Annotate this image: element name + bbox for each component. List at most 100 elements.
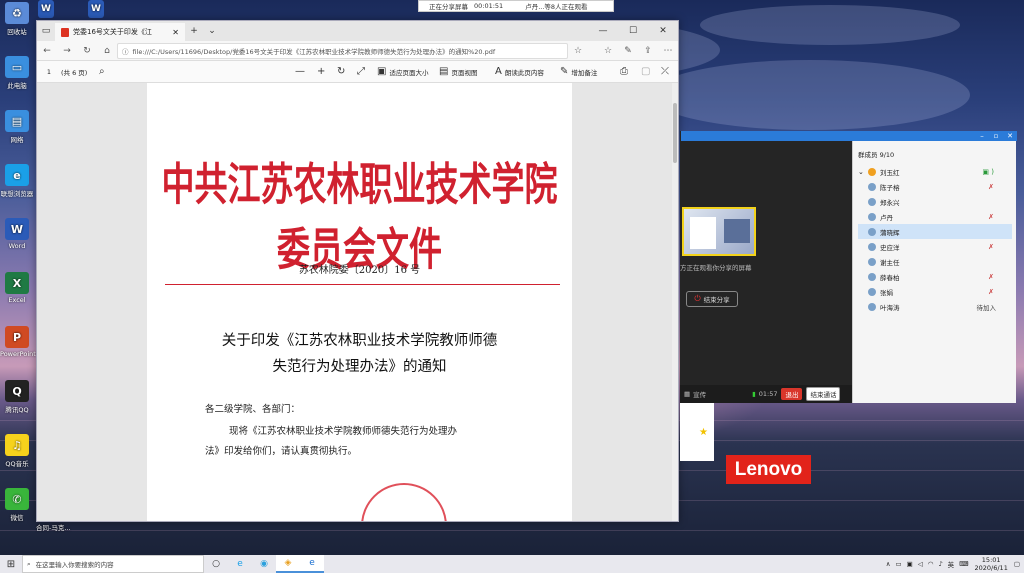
close-tab-icon[interactable]: ✕ bbox=[172, 28, 179, 37]
read-aloud-button[interactable]: A 朗读此页内容 bbox=[495, 66, 544, 77]
pen-icon[interactable]: ✎ bbox=[618, 46, 638, 56]
member-row[interactable]: 陈子榕 ✗ bbox=[858, 179, 1012, 194]
more-icon[interactable]: ⋯ bbox=[658, 46, 678, 56]
meeting-app-taskbar-icon[interactable]: ◈ bbox=[276, 555, 300, 573]
desktop-icon[interactable]: ▤ 网络 bbox=[0, 110, 34, 144]
start-icon[interactable]: ⊞ bbox=[0, 559, 22, 570]
volume-tray-icon[interactable]: ◁ bbox=[918, 560, 923, 568]
edge-taskbar-icon[interactable]: e bbox=[300, 555, 324, 573]
member-row[interactable]: 张娟 ✗ bbox=[858, 284, 1012, 299]
exit-button[interactable]: 退出 bbox=[781, 388, 803, 400]
end-share-button[interactable]: ⏻ 结束分享 bbox=[686, 291, 738, 307]
favorites-icon[interactable]: ☆ bbox=[598, 46, 618, 56]
member-row[interactable]: 薛春柏 ✗ bbox=[858, 269, 1012, 284]
mic-muted-icon[interactable]: ✗ bbox=[988, 243, 994, 251]
desktop-icon[interactable]: e 联想浏览器 bbox=[0, 164, 34, 198]
home-icon[interactable]: ⌂ bbox=[97, 46, 117, 56]
favorite-star-icon[interactable]: ☆ bbox=[568, 46, 588, 56]
refresh-icon[interactable]: ↻ bbox=[77, 46, 97, 56]
search-placeholder: 在这里输入你要搜索的内容 bbox=[35, 561, 114, 569]
rotate-icon[interactable]: ↻ bbox=[337, 66, 348, 77]
forward-icon[interactable]: → bbox=[57, 46, 77, 56]
pdf-search-icon[interactable]: ⌕ bbox=[99, 66, 108, 77]
desktop-icon[interactable]: X Excel bbox=[0, 272, 34, 304]
zoom-in-icon[interactable]: + bbox=[317, 66, 328, 77]
fit-page-button[interactable]: ▣ 适应页面大小 bbox=[377, 66, 428, 77]
new-tab-icon[interactable]: + bbox=[185, 26, 203, 36]
chevron-up-icon[interactable]: ∧ bbox=[886, 560, 891, 568]
browser-tab[interactable]: 党委16号文关于印发《江 ✕ bbox=[55, 23, 185, 41]
desktop-icon[interactable]: ♫ QQ音乐 bbox=[0, 434, 34, 468]
desktop-file-label[interactable]: 合同-马克... bbox=[36, 522, 86, 532]
clock[interactable]: 15:01 2020/6/11 bbox=[975, 556, 1008, 572]
member-row[interactable]: 叶海涛 待加入 bbox=[858, 299, 1012, 314]
clock-date: 2020/6/11 bbox=[974, 564, 1008, 572]
member-row[interactable]: 郑永兴 bbox=[858, 194, 1012, 209]
desktop-icon[interactable]: W Word bbox=[0, 218, 34, 250]
end-call-button[interactable]: 结束通话 bbox=[806, 387, 841, 401]
member-row[interactable]: ⌄ 刘玉红 ▣ ) bbox=[858, 164, 1012, 179]
folder-tray-icon[interactable]: ▣ bbox=[907, 560, 913, 568]
lenovo-browser-taskbar-icon[interactable]: e bbox=[228, 555, 252, 573]
member-name: 薛春柏 bbox=[880, 273, 900, 282]
close-icon[interactable]: ✕ bbox=[1003, 132, 1017, 140]
share-icon[interactable]: ⇪ bbox=[638, 46, 658, 56]
expand-chevron-icon[interactable]: ⌄ bbox=[858, 168, 866, 176]
bottom-label[interactable]: 宣传 bbox=[693, 389, 706, 399]
mic-muted-icon[interactable]: ✗ bbox=[988, 183, 994, 191]
notification-card[interactable]: ★ bbox=[680, 403, 714, 461]
print-icon[interactable]: ⎙ bbox=[620, 66, 631, 77]
taskbar-search-box[interactable]: ⌕ 在这里输入你要搜索的内容 bbox=[22, 555, 204, 573]
tab-actions-icon[interactable]: ▭ bbox=[37, 26, 55, 36]
mic-muted-icon[interactable]: ✗ bbox=[988, 288, 994, 296]
address-bar[interactable]: ⓘ file:///C:/Users/11696/Desktop/党委16号文关… bbox=[117, 42, 568, 59]
tab-list-chevron-icon[interactable]: ⌄ bbox=[203, 26, 221, 36]
desktop-icon[interactable]: ▭ 此电脑 bbox=[0, 56, 34, 90]
scroll-thumb[interactable] bbox=[673, 103, 677, 163]
desktop-icon[interactable]: ♻ 回收站 bbox=[0, 2, 34, 36]
desktop-icon[interactable]: P PowerPoint bbox=[0, 326, 36, 358]
task-view-icon[interactable]: ○ bbox=[204, 555, 228, 573]
fit-width-icon[interactable]: ⤢ bbox=[357, 66, 368, 77]
mic-muted-icon[interactable]: ✗ bbox=[988, 213, 994, 221]
desktop-icon[interactable]: ✆ 微信 bbox=[0, 488, 34, 522]
page-view-button[interactable]: ▤ 页面视图 bbox=[439, 66, 477, 77]
maximize-icon[interactable]: ☐ bbox=[618, 21, 648, 41]
speaker-tray-icon[interactable]: ♪ bbox=[938, 560, 942, 568]
save-icon[interactable]: ▢ bbox=[641, 66, 653, 77]
maximize-icon[interactable]: ▫ bbox=[989, 132, 1003, 140]
mic-muted-icon[interactable]: ✗ bbox=[988, 273, 994, 281]
desktop-icon-label: 网络 bbox=[10, 136, 24, 144]
keyboard-tray-icon[interactable]: ⌨ bbox=[959, 560, 968, 568]
member-row[interactable]: 史应洋 ✗ bbox=[858, 239, 1012, 254]
recycle-bin-icon: ♻ bbox=[5, 2, 29, 24]
add-note-button[interactable]: ✎ 增加备注 bbox=[560, 66, 597, 77]
member-row[interactable]: 卢丹 ✗ bbox=[858, 209, 1012, 224]
shared-screen-thumbnail[interactable] bbox=[682, 207, 756, 256]
page-view-label: 页面视图 bbox=[451, 68, 478, 77]
pdf-viewer[interactable]: 中共江苏农林职业技术学院委员会文件 苏农林院委〔2020〕16 号 关于印发《江… bbox=[37, 83, 678, 521]
pdf-icon bbox=[61, 27, 69, 37]
word-doc-file-icon[interactable]: W bbox=[86, 0, 106, 20]
zoom-out-icon[interactable]: — bbox=[295, 66, 308, 77]
share-viewers[interactable]: 卢丹...等8人正在观看 bbox=[525, 1, 587, 11]
notification-icon[interactable]: ▢ bbox=[1014, 560, 1020, 568]
browser-taskbar-icon[interactable]: ◉ bbox=[252, 555, 276, 573]
member-row[interactable]: 谢主任 bbox=[858, 254, 1012, 269]
minimize-icon[interactable]: – bbox=[975, 132, 989, 140]
fit-page-label: 适应页面大小 bbox=[389, 68, 429, 77]
member-count: 群成员 9/10 bbox=[858, 151, 895, 159]
page-number-input[interactable]: 1 bbox=[37, 68, 61, 76]
minimize-icon[interactable]: — bbox=[588, 21, 618, 41]
grid-icon[interactable]: ▦ bbox=[684, 390, 690, 398]
language-indicator[interactable]: 英 bbox=[948, 559, 955, 569]
pin-toolbar-icon[interactable]: ⤫ bbox=[661, 66, 672, 77]
member-row[interactable]: 蒲晓辉 bbox=[858, 224, 1012, 239]
back-icon[interactable]: ← bbox=[37, 46, 57, 56]
network-tray-icon[interactable]: ▭ bbox=[895, 560, 901, 568]
word-doc-file-icon[interactable]: W bbox=[36, 0, 56, 20]
wifi-tray-icon[interactable]: ◠ bbox=[928, 560, 934, 568]
vertical-scrollbar[interactable] bbox=[672, 83, 678, 521]
desktop-icon[interactable]: Q 腾讯QQ bbox=[0, 380, 34, 414]
close-window-icon[interactable]: ✕ bbox=[648, 21, 678, 41]
